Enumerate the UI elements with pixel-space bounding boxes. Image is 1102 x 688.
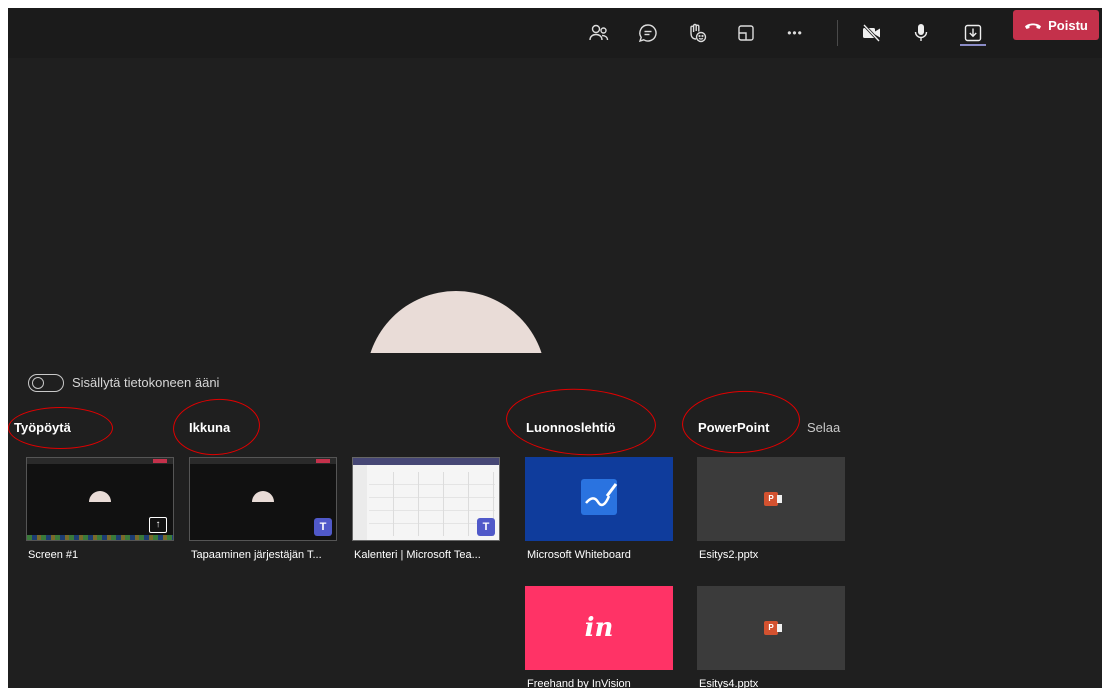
chat-button[interactable] bbox=[632, 17, 664, 49]
ppt-label-1: Esitys2.pptx bbox=[699, 549, 759, 561]
teams-icon: T bbox=[314, 518, 332, 536]
powerpoint-file-icon: P bbox=[764, 621, 782, 635]
microphone-button[interactable] bbox=[905, 17, 937, 49]
include-audio-toggle[interactable] bbox=[28, 374, 64, 392]
more-icon: ••• bbox=[787, 26, 803, 40]
breakout-rooms-button[interactable] bbox=[730, 17, 762, 49]
whiteboard-thumbnail[interactable] bbox=[525, 457, 673, 541]
window-label-meeting: Tapaaminen järjestäjän T... bbox=[191, 549, 322, 561]
invision-logo-icon: in bbox=[584, 613, 614, 643]
thumbnail-titlebar bbox=[190, 458, 336, 464]
thumbnail-titlebar bbox=[27, 458, 173, 464]
participant-avatar bbox=[366, 291, 546, 353]
chat-icon bbox=[638, 24, 657, 43]
more-actions-button[interactable]: ••• bbox=[779, 17, 811, 49]
whiteboard-icon bbox=[581, 479, 618, 515]
share-active-indicator bbox=[960, 44, 986, 46]
category-whiteboard: Luonnoslehtiö bbox=[526, 420, 616, 435]
ppt-thumbnail-2[interactable]: P bbox=[697, 586, 845, 670]
participants-icon bbox=[589, 24, 609, 41]
meeting-toolbar: ••• Poistu bbox=[8, 8, 1102, 58]
category-desktop: Työpöytä bbox=[14, 420, 71, 435]
camera-toggle-button[interactable] bbox=[856, 17, 888, 49]
teams-icon: T bbox=[477, 518, 495, 536]
mic-icon bbox=[914, 24, 928, 41]
camera-off-icon bbox=[862, 23, 881, 43]
raise-hand-icon bbox=[690, 23, 707, 43]
ppt-thumbnail-1[interactable]: P bbox=[697, 457, 845, 541]
participants-button[interactable] bbox=[583, 17, 615, 49]
freehand-label: Freehand by InVision bbox=[527, 678, 631, 688]
browse-link[interactable]: Selaa bbox=[807, 420, 840, 435]
toolbar-divider bbox=[837, 20, 838, 46]
rooms-icon bbox=[738, 25, 754, 41]
teams-meeting-window: ••• Poistu Sisällytä tietokoneen ääni Ty… bbox=[8, 8, 1102, 688]
leave-label: Poistu bbox=[1048, 17, 1088, 33]
thumbnail-taskbar bbox=[27, 535, 173, 540]
whiteboard-label: Microsoft Whiteboard bbox=[527, 549, 631, 561]
hang-up-icon bbox=[1025, 23, 1042, 29]
powerpoint-file-icon: P bbox=[764, 492, 782, 506]
screen-thumbnail[interactable]: ↑ bbox=[26, 457, 174, 541]
thumbnail-sidebar bbox=[353, 465, 367, 540]
leave-button[interactable]: Poistu bbox=[1013, 10, 1099, 40]
window-label-calendar: Kalenteri | Microsoft Tea... bbox=[354, 549, 481, 561]
include-audio-label: Sisällytä tietokoneen ääni bbox=[72, 375, 220, 390]
thumbnail-leave bbox=[153, 459, 167, 463]
toggle-knob bbox=[32, 377, 44, 389]
ppt-label-2: Esitys4.pptx bbox=[699, 678, 759, 688]
window-thumbnail-meeting[interactable]: T bbox=[189, 457, 337, 541]
window-thumbnail-calendar[interactable]: T bbox=[352, 457, 500, 541]
reactions-button[interactable] bbox=[681, 17, 713, 49]
freehand-thumbnail[interactable]: in bbox=[525, 586, 673, 670]
share-screen-icon: ↑ bbox=[149, 517, 167, 533]
share-tray: Sisällytä tietokoneen ääni Työpöytä Ikku… bbox=[8, 353, 1102, 688]
thumbnail-titlebar bbox=[353, 458, 499, 465]
screen-label: Screen #1 bbox=[28, 549, 79, 561]
category-window: Ikkuna bbox=[189, 420, 231, 435]
thumbnail-leave bbox=[316, 459, 330, 463]
share-tray-icon bbox=[964, 24, 982, 42]
category-powerpoint: PowerPoint bbox=[698, 420, 770, 435]
video-stage bbox=[8, 58, 1102, 353]
